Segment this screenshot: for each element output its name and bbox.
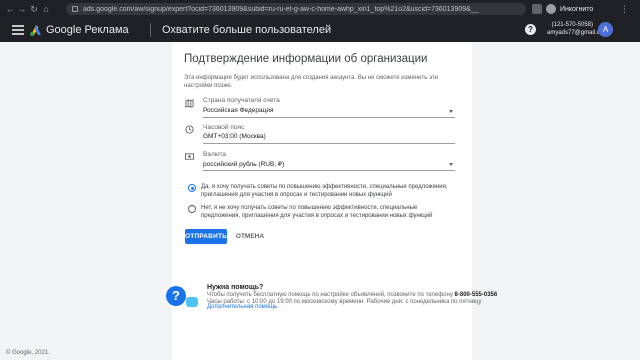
incognito-label: Инкогнито [560, 5, 594, 13]
country-select[interactable]: Российская Федерация [203, 107, 274, 114]
footer-copyright: © Google, 2021. [6, 350, 50, 356]
chevron-down-icon[interactable] [449, 110, 453, 113]
header-divider [150, 23, 151, 37]
google-ads-logo-icon [30, 25, 41, 36]
currency-label: Валюта [203, 151, 226, 158]
currency-icon [185, 153, 194, 160]
incognito-icon [546, 4, 556, 14]
page-title: Подтверждение информации об организации [184, 53, 428, 65]
header-page-title: Охватите больше пользователей [162, 24, 332, 36]
chat-icon [186, 297, 198, 307]
brand-name: Google Реклама [46, 24, 129, 36]
timezone-underline [203, 143, 455, 144]
radio-yes-label[interactable]: Да, я хочу получать советы по повышению … [201, 183, 451, 199]
country-label: Страна получателя счета [203, 97, 280, 104]
timezone-select[interactable]: GMT+03:00 (Москва) [203, 133, 266, 140]
forward-icon[interactable]: → [16, 0, 28, 18]
account-info[interactable]: (121-570-5058) amyads77@gmail.com [547, 21, 609, 37]
currency-underline [203, 170, 455, 171]
incognito-indicator[interactable]: Инкогнито [546, 3, 593, 15]
radio-no[interactable] [188, 205, 196, 213]
page: ← → ↻ ⌂ ads.google.com/aw/signup/expert?… [0, 0, 640, 360]
chevron-down-icon[interactable] [449, 163, 453, 166]
url-text[interactable]: ads.google.com/aw/signup/expert?ocid=736… [83, 6, 523, 13]
clock-icon [185, 125, 194, 134]
app-header: Google Реклама Охватите больше пользоват… [0, 18, 640, 42]
submit-button[interactable]: ОТПРАВИТЬ [185, 229, 227, 244]
address-bar[interactable]: ads.google.com/aw/signup/expert?ocid=736… [66, 3, 526, 15]
timezone-label: Часовой пояс [203, 124, 245, 131]
back-icon[interactable]: ← [4, 0, 16, 18]
help-icon[interactable]: ? [525, 24, 536, 35]
account-phone: (121-570-5058) [551, 22, 593, 28]
lock-icon [72, 6, 78, 12]
menu-icon[interactable] [12, 25, 24, 35]
reload-icon[interactable]: ↻ [28, 0, 40, 18]
map-icon [185, 99, 194, 108]
more-help-link[interactable]: Дополнительная помощь [207, 304, 277, 310]
extension-icon[interactable] [532, 4, 542, 14]
currency-select[interactable]: российский рубль (RUB, ₽) [203, 160, 284, 168]
country-underline [203, 117, 455, 118]
help-title: Нужна помощь? [207, 284, 264, 291]
cancel-button[interactable]: ОТМЕНА [233, 229, 267, 244]
page-subtitle: Эта информация будет использована для со… [184, 75, 439, 89]
radio-yes[interactable] [188, 184, 196, 192]
account-email: amyads77@gmail.com [547, 30, 609, 36]
home-icon[interactable]: ⌂ [40, 0, 52, 18]
radio-no-label[interactable]: Нет, я не хочу получать советы по повыше… [201, 204, 451, 220]
help-circle-icon: ? [166, 286, 186, 306]
browser-menu-icon[interactable]: ⋮ [620, 3, 629, 15]
avatar[interactable]: A [598, 22, 613, 37]
